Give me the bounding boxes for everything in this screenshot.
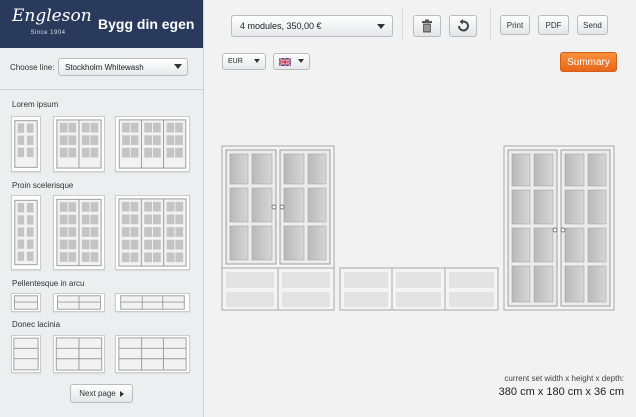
category-label: Lorem ipsum — [12, 100, 59, 109]
tall-cabinet-icon — [14, 199, 38, 266]
next-page-label: Next page — [79, 389, 116, 398]
sidebar: Engleson Since 1904 Bygg din egen Choose… — [0, 0, 204, 417]
uk-flag-icon — [279, 57, 291, 66]
delete-button[interactable] — [413, 15, 441, 37]
low-shelf-left[interactable] — [221, 267, 335, 311]
logo-text: Engleson — [12, 5, 92, 26]
line-select[interactable]: Stockholm Whitewash — [58, 58, 188, 76]
play-arrow-icon — [119, 390, 124, 397]
configuration-value: 4 modules, 350,00 € — [240, 21, 322, 31]
dimensions-caption: current set width x height x depth: — [504, 374, 624, 383]
summary-button[interactable]: Summary — [560, 52, 617, 72]
module-thumb-glass-2door[interactable] — [53, 116, 105, 172]
tall-cabinet-icon — [118, 198, 187, 267]
logo-since: Since 1904 — [30, 29, 66, 36]
low-shelf-center[interactable] — [339, 267, 499, 311]
line-select-value: Stockholm Whitewash — [65, 62, 144, 72]
mid-shelf-icon — [55, 337, 103, 371]
app-title: Bygg din egen — [98, 16, 195, 32]
module-thumb-low-1[interactable] — [11, 293, 41, 312]
module-thumb-low-3[interactable] — [115, 293, 190, 312]
chevron-down-icon — [174, 64, 182, 69]
module-thumb-low-2[interactable] — [53, 293, 105, 312]
low-shelf-icon — [13, 295, 39, 310]
category-label: Proin scelerisque — [12, 181, 74, 190]
furniture-scene — [221, 145, 615, 311]
chevron-down-icon — [377, 24, 385, 29]
app-window: Engleson Since 1904 Bygg din egen Choose… — [0, 0, 636, 417]
next-page-button[interactable]: Next page — [70, 384, 133, 403]
send-button[interactable]: Send — [577, 15, 608, 35]
chevron-down-icon — [298, 59, 304, 63]
toolbar-divider — [490, 8, 491, 40]
low-shelf-icon — [57, 295, 101, 310]
brand-header: Engleson Since 1904 Bygg din egen — [0, 0, 203, 48]
print-button[interactable]: Print — [500, 15, 530, 35]
brand-logo[interactable]: Engleson Since 1904 — [12, 7, 92, 41]
currency-value: EUR — [228, 58, 243, 65]
furniture-preview — [220, 140, 628, 315]
dimensions-value: 380 cm x 180 cm x 36 cm — [498, 386, 624, 398]
trash-icon — [422, 19, 432, 33]
module-thumb-tall-2door[interactable] — [53, 195, 105, 270]
glass-cabinet-icon — [14, 120, 38, 168]
configuration-select[interactable]: 4 modules, 350,00 € — [231, 15, 393, 37]
module-thumb-mid-2[interactable] — [53, 335, 105, 373]
choose-line-label: Choose line: — [10, 62, 55, 72]
module-thumb-mid-3[interactable] — [115, 335, 190, 373]
glass-cabinet-right[interactable] — [503, 145, 615, 311]
module-thumb-mid-1[interactable] — [11, 335, 41, 373]
glass-cabinet-icon — [56, 119, 102, 169]
mid-shelf-icon — [13, 337, 39, 371]
line-chooser: Choose line: Stockholm Whitewash — [10, 58, 188, 76]
module-thumb-tall-1door[interactable] — [11, 195, 41, 270]
category-label: Pellentesque in arcu — [12, 279, 85, 288]
language-select[interactable] — [273, 53, 310, 70]
low-shelf-icon — [120, 295, 185, 310]
tall-cabinet-icon — [56, 198, 102, 267]
mid-shelf-icon — [118, 337, 187, 371]
undo-button[interactable] — [449, 15, 477, 37]
category-label: Donec lacinia — [12, 320, 61, 329]
chevron-down-icon — [254, 59, 260, 63]
sidebar-divider — [0, 89, 203, 90]
undo-icon — [458, 19, 469, 32]
module-thumb-glass-3door[interactable] — [115, 116, 190, 172]
glass-cabinet-icon — [118, 119, 187, 169]
module-thumb-glass-1door[interactable] — [11, 116, 41, 172]
module-thumb-tall-3door[interactable] — [115, 195, 190, 270]
glass-cabinet-left[interactable] — [221, 145, 335, 269]
pdf-button[interactable]: PDF — [538, 15, 569, 35]
toolbar-divider — [402, 8, 403, 40]
currency-select[interactable]: EUR — [222, 53, 266, 70]
